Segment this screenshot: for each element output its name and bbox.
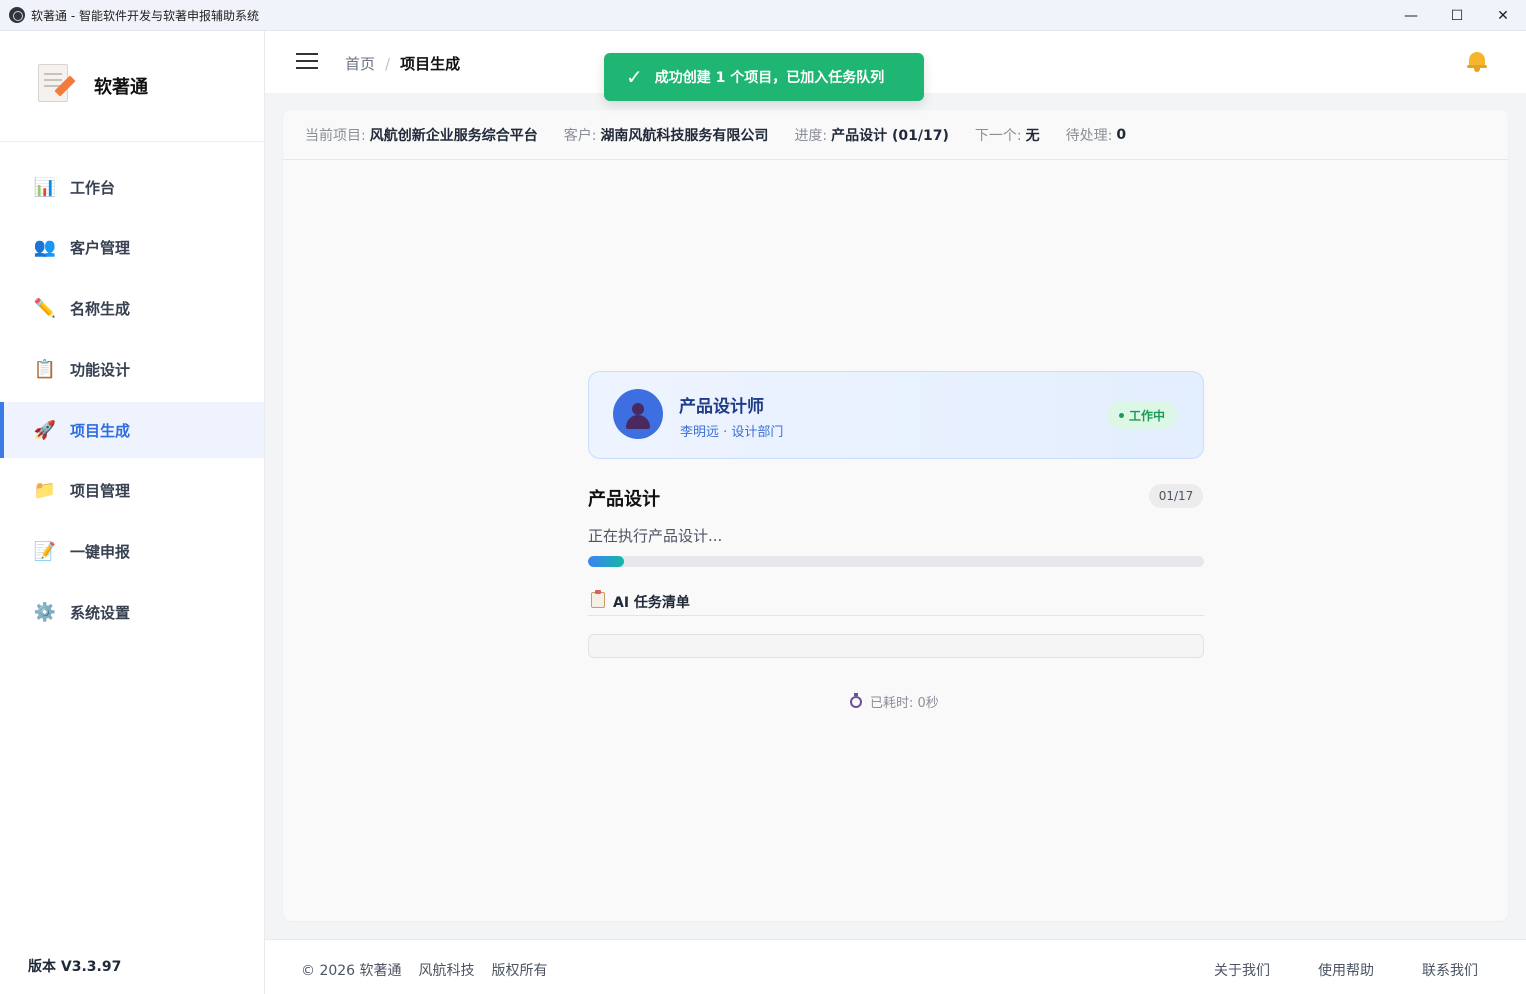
about-link[interactable]: 关于我们 [1214, 960, 1270, 980]
breadcrumb-home[interactable]: 首页 [345, 53, 375, 74]
check-icon: ✓ [626, 65, 643, 89]
sidebar-item-dashboard[interactable]: 📊 工作台 [0, 159, 264, 215]
footer-links: 关于我们 使用帮助 联系我们 [1166, 960, 1478, 980]
breadcrumb-separator: / [385, 54, 391, 73]
sidebar-item-label: 系统设置 [70, 604, 131, 623]
brand-name: 软著通 [94, 77, 148, 98]
step-count-badge: 01/17 [1149, 484, 1203, 508]
step-description: 正在执行产品设计... [588, 527, 723, 545]
progress-info: 进度: 产品设计 (01/17) [794, 125, 948, 145]
sidebar-item-label: 客户管理 [70, 239, 131, 258]
contact-link[interactable]: 联系我们 [1422, 960, 1478, 980]
status-badge: 工作中 [1106, 401, 1177, 429]
footer-left: © 2026 软著通 风航科技 版权所有 [301, 960, 565, 980]
current-project-name: 风航创新企业服务综合平台 [369, 127, 538, 144]
minimize-button[interactable]: — [1388, 0, 1434, 31]
folder-icon: 📁 [33, 480, 57, 502]
window-titlebar: 软著通 - 智能软件开发与软著申报辅助系统 — ☐ ✕ [0, 0, 1526, 31]
sidebar-item-label: 工作台 [70, 178, 116, 197]
pending-value: 0 [1116, 126, 1127, 143]
bell-icon[interactable] [1466, 49, 1488, 73]
rights-text: 版权所有 [491, 963, 548, 979]
menu-toggle-icon[interactable] [296, 53, 318, 69]
sidebar: 软著通 📊 工作台 👥 客户管理 ✏️ 名称生成 📋 功能设计 🚀 项目生成 📁… [0, 31, 265, 994]
footer: © 2026 软著通 风航科技 版权所有 关于我们 使用帮助 联系我们 [265, 939, 1526, 994]
status-dot-icon [1118, 412, 1124, 418]
brand: 软著通 [0, 31, 264, 142]
sidebar-item-label: 一键申报 [70, 543, 131, 562]
task-list-header: AI 任务清单 [588, 590, 1204, 616]
info-label: 客户: [563, 127, 597, 144]
toast-message: 成功创建 1 个项目，已加入任务队列 [654, 70, 885, 86]
sidebar-item-clients[interactable]: 👥 客户管理 [0, 220, 264, 276]
help-link[interactable]: 使用帮助 [1318, 960, 1374, 980]
maximize-button[interactable]: ☐ [1434, 0, 1480, 31]
sidebar-item-label: 名称生成 [70, 300, 131, 319]
rocket-icon: 🚀 [33, 419, 57, 441]
sidebar-item-label: 功能设计 [70, 360, 131, 379]
next-value: 无 [1025, 127, 1040, 144]
info-label: 进度: [794, 127, 828, 144]
progress-fill [588, 556, 625, 567]
info-label: 当前项目: [305, 127, 366, 144]
task-list [588, 634, 1204, 658]
progress-value: 产品设计 (01/17) [831, 127, 949, 144]
breadcrumb-current: 项目生成 [400, 55, 461, 73]
elapsed-time: 已耗时: 0秒 [850, 692, 939, 711]
status-text: 工作中 [1128, 408, 1165, 423]
avatar [613, 389, 663, 439]
app-icon [9, 7, 25, 23]
close-button[interactable]: ✕ [1480, 0, 1526, 31]
worker-card: 产品设计师 李明远 · 设计部门 工作中 [588, 371, 1204, 459]
client-info: 客户: 湖南风航科技服务有限公司 [564, 125, 769, 145]
pencil-icon: ✏️ [33, 298, 57, 320]
progress-bar [588, 556, 1204, 567]
dashboard-icon: 📊 [33, 176, 57, 198]
copyright-text: © 2026 软著通 [301, 963, 402, 979]
clipboard-icon: 📋 [33, 358, 57, 380]
window-controls: — ☐ ✕ [1388, 0, 1526, 31]
worker-info: 李明远 · 设计部门 [680, 425, 784, 440]
task-list-title: AI 任务清单 [613, 595, 690, 611]
sidebar-item-project-generation[interactable]: 🚀 项目生成 [0, 402, 264, 459]
company-text: 风航科技 [418, 963, 475, 979]
document-edit-icon: 📝 [33, 541, 57, 563]
worker-role: 产品设计师 [679, 397, 764, 417]
sidebar-item-settings[interactable]: ⚙️ 系统设置 [0, 585, 264, 641]
gear-icon: ⚙️ [33, 602, 57, 624]
pending-info: 待处理: 0 [1066, 125, 1126, 145]
stopwatch-icon [850, 692, 862, 708]
sidebar-nav: 📊 工作台 👥 客户管理 ✏️ 名称生成 📋 功能设计 🚀 项目生成 📁 项目管… [0, 142, 264, 641]
clipboard-icon [591, 590, 605, 608]
info-label: 下一个: [974, 127, 1022, 144]
sidebar-item-label: 项目管理 [70, 482, 131, 501]
sidebar-item-one-click-submit[interactable]: 📝 一键申报 [0, 524, 264, 580]
window-title: 软著通 - 智能软件开发与软著申报辅助系统 [31, 8, 259, 23]
elapsed-text: 已耗时: 0秒 [870, 696, 939, 711]
current-project-info: 当前项目: 风航创新企业服务综合平台 [305, 125, 538, 145]
client-name: 湖南风航科技服务有限公司 [600, 127, 769, 144]
next-info: 下一个: 无 [975, 125, 1040, 145]
version-label: 版本 V3.3.97 [28, 959, 122, 975]
sidebar-item-label: 项目生成 [70, 421, 131, 440]
main-panel: 当前项目: 风航创新企业服务综合平台 客户: 湖南风航科技服务有限公司 进度: … [283, 110, 1508, 921]
info-label: 待处理: [1065, 127, 1113, 144]
sidebar-item-project-management[interactable]: 📁 项目管理 [0, 463, 264, 519]
project-info-bar: 当前项目: 风航创新企业服务综合平台 客户: 湖南风航科技服务有限公司 进度: … [283, 110, 1508, 160]
logo-icon [36, 64, 76, 108]
sidebar-item-feature-design[interactable]: 📋 功能设计 [0, 341, 264, 397]
sidebar-item-name-generation[interactable]: ✏️ 名称生成 [0, 281, 264, 337]
step-title: 产品设计 [588, 489, 660, 510]
breadcrumb: 首页 / 项目生成 [345, 53, 460, 74]
users-icon: 👥 [33, 237, 57, 259]
success-toast: ✓ 成功创建 1 个项目，已加入任务队列 [604, 53, 924, 101]
